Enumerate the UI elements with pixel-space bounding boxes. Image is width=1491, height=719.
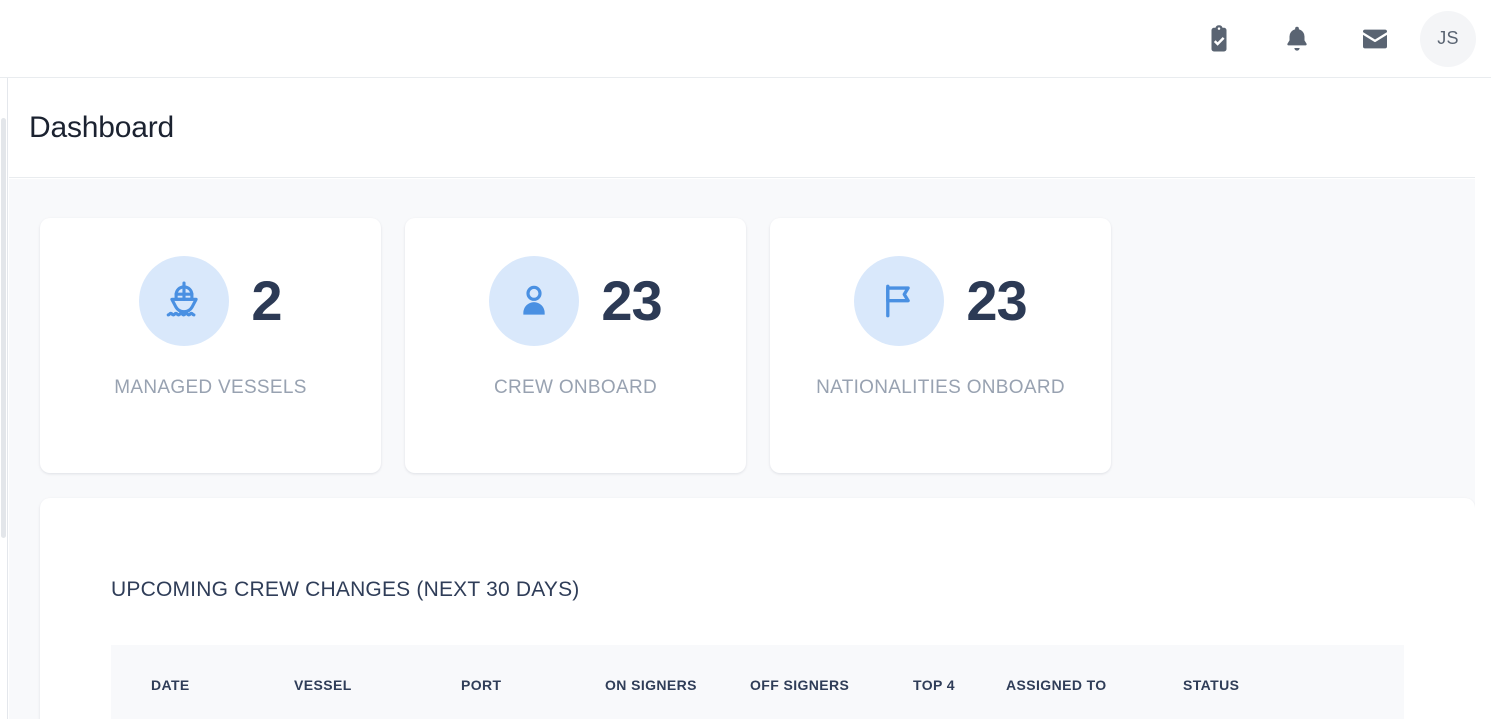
stat-value: 23 bbox=[601, 269, 662, 332]
dashboard-app: JS Dashboard 2 MANAGED VESSELS 23 CREW O… bbox=[0, 0, 1491, 719]
stat-value: 23 bbox=[966, 269, 1027, 332]
stat-icon-bubble bbox=[854, 256, 945, 346]
column-header-top-4[interactable]: Top 4 bbox=[913, 645, 1006, 719]
column-header-off-signers[interactable]: Off Signers bbox=[750, 645, 913, 719]
notifications-button[interactable] bbox=[1258, 0, 1336, 78]
stat-card-top: 23 bbox=[854, 256, 1028, 346]
stat-label: Nationalities Onboard bbox=[816, 377, 1065, 398]
upcoming-crew-changes-panel: Upcoming Crew Changes (Next 30 Days) Dat… bbox=[40, 498, 1475, 719]
avatar[interactable]: JS bbox=[1420, 10, 1476, 67]
page-header: Dashboard bbox=[9, 78, 1475, 178]
top-bar: JS bbox=[0, 0, 1491, 78]
avatar-initials: JS bbox=[1437, 28, 1459, 48]
flag-icon bbox=[878, 280, 920, 322]
tasks-button[interactable] bbox=[1180, 0, 1258, 78]
column-header-date[interactable]: Date bbox=[111, 645, 294, 719]
notifications-bell-icon bbox=[1282, 24, 1312, 54]
stat-card-nationalities-onboard[interactable]: 23 Nationalities Onboard bbox=[770, 218, 1111, 473]
column-header-vessel[interactable]: Vessel bbox=[294, 645, 461, 719]
panel-title: Upcoming Crew Changes (Next 30 Days) bbox=[111, 578, 580, 601]
sidebar-rail bbox=[0, 78, 8, 719]
tasks-clipboard-icon bbox=[1204, 24, 1234, 54]
sidebar-scrollbar-thumb[interactable] bbox=[1, 118, 6, 538]
page-title: Dashboard bbox=[29, 110, 174, 144]
stat-icon-bubble bbox=[489, 256, 580, 346]
column-header-on-signers[interactable]: On Signers bbox=[605, 645, 750, 719]
ship-icon bbox=[162, 279, 206, 323]
stat-card-top: 2 bbox=[139, 256, 283, 346]
crew-changes-table-wrapper: Date Vessel Port On Signers Off Signers … bbox=[40, 602, 1475, 719]
stat-card-crew-onboard[interactable]: 23 Crew Onboard bbox=[405, 218, 746, 473]
table-head: Date Vessel Port On Signers Off Signers … bbox=[111, 645, 1404, 719]
crew-changes-table: Date Vessel Port On Signers Off Signers … bbox=[111, 645, 1404, 719]
main-content: 2 Managed Vessels 23 bbox=[9, 179, 1475, 719]
topbar-actions: JS bbox=[1180, 0, 1491, 78]
table-header-row: Date Vessel Port On Signers Off Signers … bbox=[111, 645, 1404, 719]
messages-envelope-icon bbox=[1359, 23, 1391, 55]
stat-label: Managed Vessels bbox=[114, 377, 307, 398]
column-header-assigned-to[interactable]: Assigned To bbox=[1006, 645, 1183, 719]
stat-value: 2 bbox=[251, 269, 282, 332]
stat-icon-bubble bbox=[139, 256, 230, 346]
stat-label: Crew Onboard bbox=[494, 377, 657, 398]
stats-row: 2 Managed Vessels 23 bbox=[9, 179, 1475, 473]
messages-button[interactable] bbox=[1336, 0, 1414, 78]
stat-card-managed-vessels[interactable]: 2 Managed Vessels bbox=[40, 218, 381, 473]
column-header-status[interactable]: Status bbox=[1183, 645, 1404, 719]
stat-card-top: 23 bbox=[489, 256, 663, 346]
person-icon bbox=[514, 281, 554, 321]
column-header-port[interactable]: Port bbox=[461, 645, 605, 719]
